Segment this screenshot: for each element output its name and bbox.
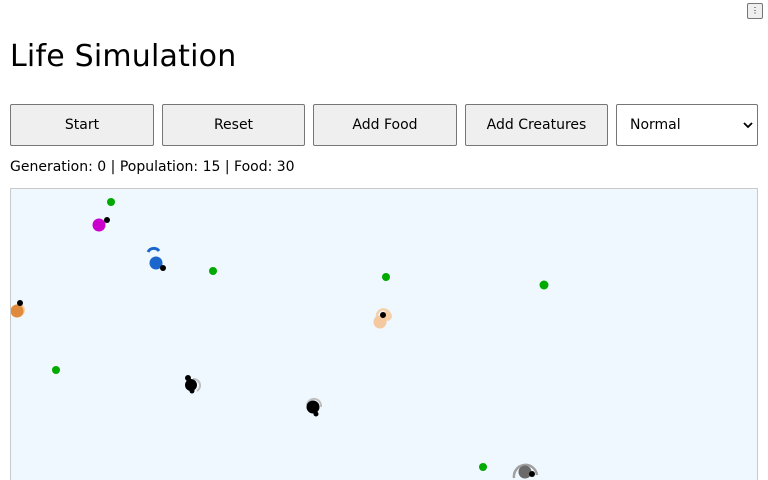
food-pellet — [209, 267, 217, 275]
creature — [146, 246, 166, 271]
food-pellet — [382, 273, 390, 281]
status-line: Generation: 0 | Population: 15 | Food: 3… — [10, 158, 295, 176]
creature — [185, 375, 202, 394]
status-separator: | — [224, 159, 230, 175]
add-creatures-button[interactable]: Add Creatures — [465, 104, 608, 146]
food-label: Food: — [234, 159, 273, 175]
chevron-down-icon — [743, 122, 753, 129]
generation-value: 0 — [97, 159, 107, 175]
page-title: Life Simulation — [10, 39, 237, 74]
options-button[interactable]: ⋮ — [747, 3, 763, 19]
speed-select[interactable]: Normal — [616, 104, 758, 146]
food-value: 30 — [276, 159, 295, 175]
creature — [92, 217, 110, 232]
food-pellet — [52, 366, 60, 374]
population-value: 15 — [202, 159, 221, 175]
reset-button[interactable]: Reset — [162, 104, 305, 146]
speed-select-value: Normal — [630, 117, 681, 133]
creature — [373, 308, 392, 329]
generation-label: Generation: — [10, 159, 93, 175]
controls-bar: Start Reset Add Food Add Creatures Norma… — [10, 104, 758, 146]
status-separator: | — [110, 159, 116, 175]
food-pellet — [479, 463, 487, 471]
creature — [512, 463, 539, 479]
food-pellet — [107, 198, 115, 206]
creature — [11, 300, 25, 318]
food-pellet — [539, 280, 549, 290]
simulation-canvas[interactable] — [10, 188, 758, 480]
start-button[interactable]: Start — [10, 104, 154, 146]
add-food-button[interactable]: Add Food — [313, 104, 457, 146]
population-label: Population: — [119, 159, 199, 175]
creature — [306, 397, 323, 417]
simulation-world — [11, 198, 549, 479]
